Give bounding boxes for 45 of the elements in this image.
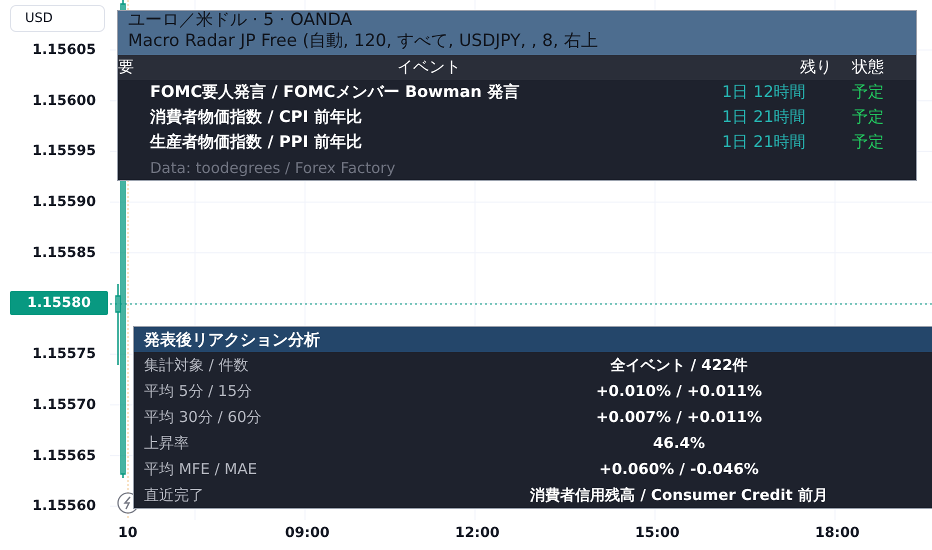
event-status: 予定 <box>852 132 885 153</box>
time-label: 15:00 <box>635 525 680 541</box>
stat-label: 平均 5分 / 15分 <box>143 382 253 400</box>
time-label: 10 <box>118 525 138 541</box>
event-status: 予定 <box>852 107 885 128</box>
stat-value: 消費者信用残高 / Consumer Credit 前月 <box>529 486 829 504</box>
indicator-legend: Macro Radar JP Free (自動, 120, すべて, USDJPY, , 8, 右上 <box>128 31 598 52</box>
time-label: 18:00 <box>815 525 860 541</box>
stat-label: 集計対象 / 件数 <box>143 356 250 374</box>
time-label: 12:00 <box>455 525 500 541</box>
event-status: 予定 <box>852 82 885 103</box>
column-header: 残り <box>799 57 833 78</box>
price-label: 1.15590 <box>31 193 97 212</box>
stat-label: 直近完了 <box>143 486 205 504</box>
price-label: 1.15595 <box>31 142 97 162</box>
time-label: 09:00 <box>285 525 330 541</box>
symbol-legend: ユーロ／米ドル · 5 · OANDA <box>128 10 598 31</box>
stat-label: 平均 MFE / MAE <box>143 460 258 478</box>
stat-label: 上昇率 <box>143 434 190 452</box>
time-remaining: 1日 21時間 <box>722 132 807 153</box>
stat-value: 全イベント / 422件 <box>609 356 749 374</box>
price-label: 1.15575 <box>31 345 97 364</box>
column-header: イベント <box>396 57 462 78</box>
column-header: 状態 <box>852 57 885 78</box>
stat-label: 平均 30分 / 60分 <box>143 408 263 426</box>
column-header: 要 <box>118 57 135 78</box>
current-price-label: 1.15580 <box>10 291 108 316</box>
time-remaining: 1日 21時間 <box>722 107 807 128</box>
price-label: 1.15565 <box>31 446 97 466</box>
time-remaining: 1日 12時間 <box>722 82 807 103</box>
event-name: 消費者物価指数 / CPI 前年比 <box>149 107 363 128</box>
stat-value: +0.010% / +0.011% <box>594 382 763 400</box>
currency-button[interactable]: USD <box>10 5 105 32</box>
panel-title: 発表後リアクション分析 <box>134 327 932 352</box>
price-label: 1.15585 <box>31 244 97 263</box>
stat-value: +0.007% / +0.011% <box>594 408 763 426</box>
stat-value: 46.4% <box>652 434 706 452</box>
price-label: 1.15605 <box>31 41 97 60</box>
price-label: 1.15560 <box>31 497 97 516</box>
event-name: FOMC要人発言 / FOMCメンバー Bowman 発言 <box>149 82 520 103</box>
event-name: 生産者物価指数 / PPI 前年比 <box>148 132 363 153</box>
data-source-note: Data: toodegrees / Forex Factory <box>149 158 396 176</box>
price-label: 1.15600 <box>31 92 97 111</box>
stat-value: +0.060% / -0.046% <box>598 460 760 478</box>
price-label: 1.15570 <box>31 396 97 415</box>
